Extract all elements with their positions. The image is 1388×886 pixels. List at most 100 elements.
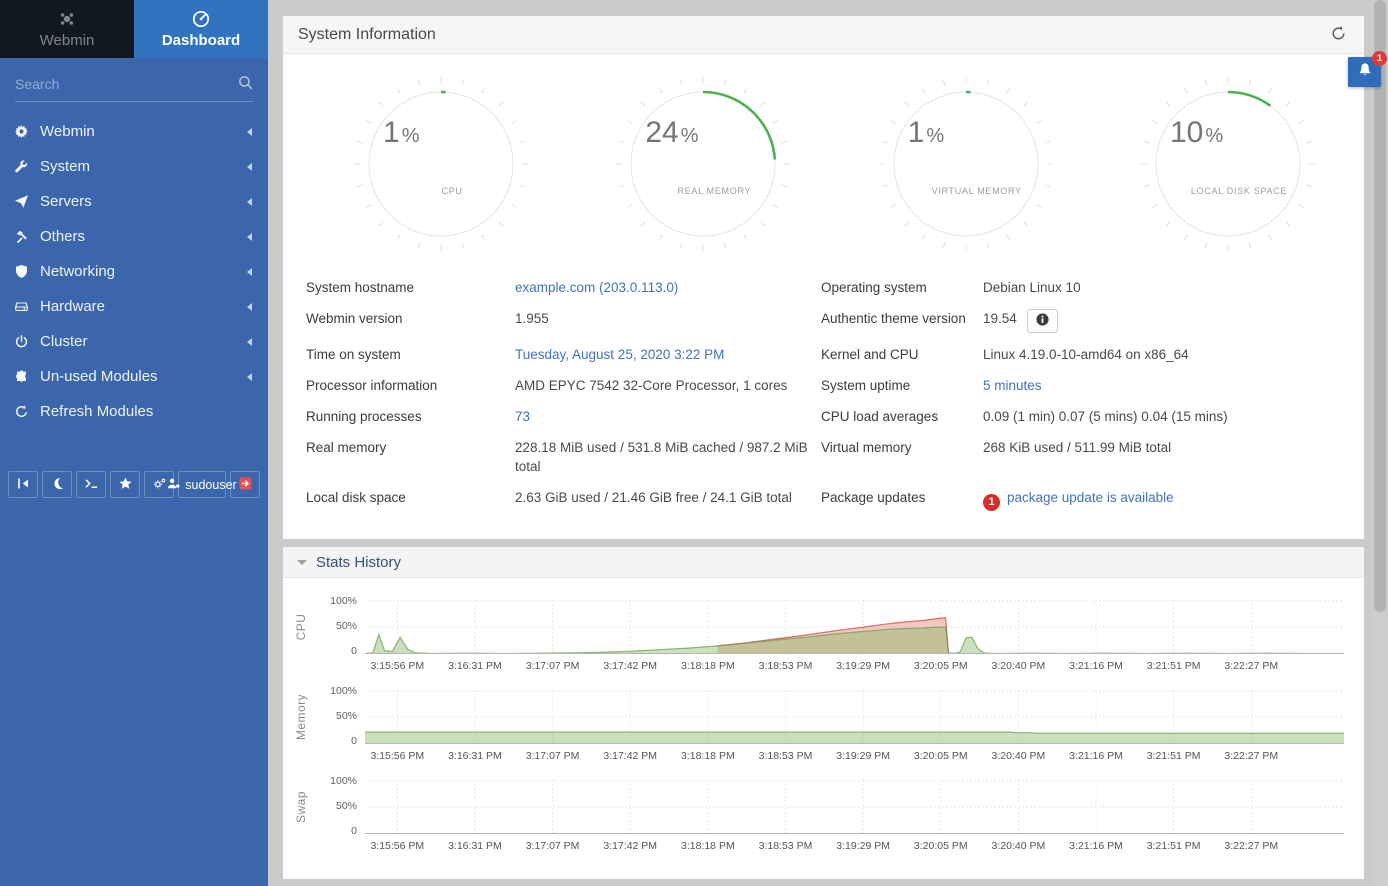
x-tick-label: 3:17:07 PM [526,750,580,762]
info-value: 2.63 GiB used / 21.46 GiB free / 24.1 Gi… [515,482,821,517]
info-value-link[interactable]: 73 [515,409,530,424]
sidebar-item-label: Refresh Modules [40,403,153,420]
chart-memory: Memory100%50%03:15:56 PM3:16:31 PM3:17:0… [283,690,1344,764]
info-label: Running processes [306,401,515,432]
info-value: Tuesday, August 25, 2020 3:22 PM [515,339,821,370]
wrench-icon [15,160,40,173]
chart-y-tick-labels: 100%50%0 [319,690,365,764]
terminal-button[interactable] [76,471,106,498]
info-value: 268 KiB used / 511.99 MiB total [983,432,1341,482]
star-icon [119,477,132,493]
search-icon[interactable] [238,75,253,90]
info-value: 5 minutes [983,370,1341,401]
power-icon [15,335,40,348]
tab-dashboard[interactable]: Dashboard [134,0,268,58]
gauge-value: 10% [1170,116,1223,150]
theme-info-button[interactable] [1027,309,1058,333]
chart-y-axis-title: Swap [283,780,319,854]
sidebar-item-label: System [40,158,90,175]
info-label: Operating system [821,272,983,303]
info-label: Time on system [306,339,515,370]
x-tick-label: 3:18:53 PM [759,840,813,852]
x-tick-label: 3:21:51 PM [1147,840,1201,852]
chart-y-tick-labels: 100%50%0 [319,600,365,674]
gauge-label: CPU [375,186,529,196]
sidebar-item-networking[interactable]: Networking [0,254,268,289]
info-label: Webmin version [306,303,515,339]
sidebar-item-servers[interactable]: Servers [0,184,268,219]
chevron-left-icon [247,198,252,206]
favorites-button[interactable] [110,471,140,498]
sidebar: Webmin Dashboard Webmin System Servers Othe… [0,0,268,886]
user-account-button[interactable]: sudouser [178,471,226,498]
scrollbar-track[interactable] [1372,0,1388,886]
info-value-link[interactable]: example.com (203.0.113.0) [515,280,678,295]
system-info-table: System hostnameexample.com (203.0.113.0)… [283,256,1364,539]
refresh-icon [1330,25,1347,45]
chart-x-tick-labels: 3:15:56 PM3:16:31 PM3:17:07 PM3:17:42 PM… [365,744,1344,764]
sidebar-item-cluster[interactable]: Cluster [0,324,268,359]
info-label: System hostname [306,272,515,303]
sidebar-item-un-used-modules[interactable]: Un-used Modules [0,359,268,394]
info-label: Kernel and CPU [821,339,983,370]
page-title: System Information [298,26,436,44]
info-value-link[interactable]: package update is available [1007,490,1174,505]
info-value-link[interactable]: 5 minutes [983,378,1042,393]
night-mode-button[interactable] [42,471,72,498]
refresh-page-button[interactable] [1327,24,1349,46]
info-value-link[interactable]: Tuesday, August 25, 2020 3:22 PM [515,347,724,362]
info-value: 19.54 [983,303,1341,339]
x-tick-label: 3:21:16 PM [1069,840,1123,852]
scrollbar-thumb[interactable] [1374,0,1386,612]
sidebar-menu: Webmin System Servers Others Networking Hardw… [0,114,268,429]
info-icon [1036,313,1049,329]
stats-history-header[interactable]: Stats History [283,547,1364,578]
sidebar-item-system[interactable]: System [0,149,268,184]
sidebar-item-hardware[interactable]: Hardware [0,289,268,324]
info-label: Virtual memory [821,432,983,482]
search-input[interactable] [15,74,253,102]
chart-y-axis-title: Memory [283,690,319,764]
x-tick-label: 3:15:56 PM [370,750,424,762]
system-information-panel: System Information 1%CPU24%REAL MEMORY1%… [283,16,1364,539]
x-tick-label: 3:20:05 PM [914,660,968,672]
refresh-icon [15,405,40,418]
collapse-sidebar-button[interactable] [8,471,38,498]
terminal-icon [85,477,98,493]
main-content: System Information 1%CPU24%REAL MEMORY1%… [268,0,1388,879]
x-tick-label: 3:17:07 PM [526,840,580,852]
chevron-left-icon [247,128,252,136]
sidebar-item-label: Others [40,228,85,245]
sidebar-item-others[interactable]: Others [0,219,268,254]
gauge-label: REAL MEMORY [637,186,791,196]
logout-button[interactable] [230,471,260,498]
chart-x-tick-labels: 3:15:56 PM3:16:31 PM3:17:07 PM3:17:42 PM… [365,654,1344,674]
gauge-cpu: 1%CPU [353,76,529,252]
gear-icon [15,125,40,138]
sidebar-item-label: Servers [40,193,92,210]
info-label: System uptime [821,370,983,401]
info-value: AMD EPYC 7542 32-Core Processor, 1 cores [515,370,821,401]
gauge-label: VIRTUAL MEMORY [900,186,1054,196]
x-tick-label: 3:17:42 PM [603,750,657,762]
x-tick-label: 3:19:29 PM [836,660,890,672]
sidebar-item-refresh-modules[interactable]: Refresh Modules [0,394,268,429]
sidebar-tabs: Webmin Dashboard [0,0,268,58]
notifications-button[interactable]: 1 [1348,57,1381,87]
notification-count-badge: 1 [1372,51,1387,66]
sidebar-item-webmin[interactable]: Webmin [0,114,268,149]
x-tick-label: 3:21:16 PM [1069,660,1123,672]
gauges-row: 1%CPU24%REAL MEMORY1%VIRTUAL MEMORY10%LO… [283,54,1364,256]
tab-webmin[interactable]: Webmin [0,0,134,58]
x-tick-label: 3:21:51 PM [1147,660,1201,672]
gauge-label: LOCAL DISK SPACE [1162,186,1316,196]
info-value: 0.09 (1 min) 0.07 (5 mins) 0.04 (15 mins… [983,401,1341,432]
paper-plane-icon [15,195,40,208]
sidebar-item-label: Networking [40,263,115,280]
info-label: Real memory [306,432,515,482]
x-tick-label: 3:16:31 PM [448,840,502,852]
sidebar-item-label: Hardware [40,298,105,315]
x-tick-label: 3:17:42 PM [603,840,657,852]
info-value: Debian Linux 10 [983,272,1341,303]
gauge-local-disk-space: 10% LOCAL DISK SPACE [1140,76,1316,252]
